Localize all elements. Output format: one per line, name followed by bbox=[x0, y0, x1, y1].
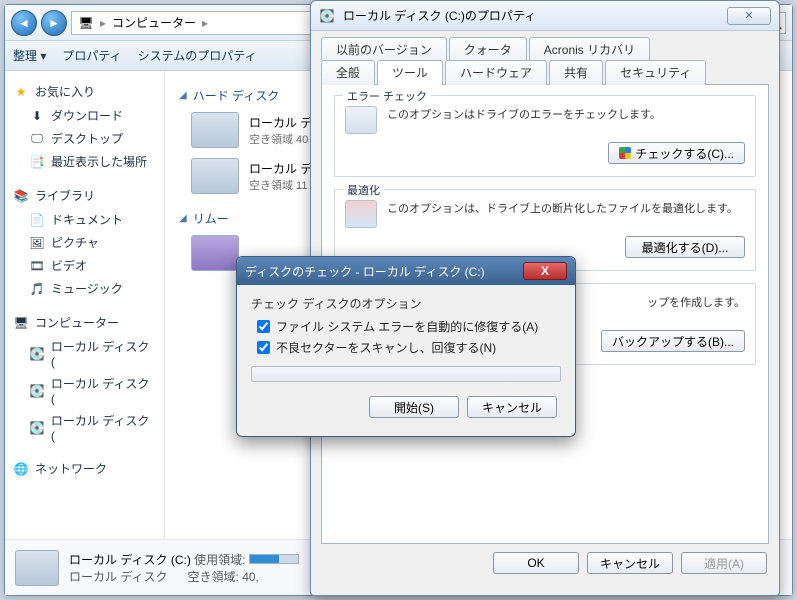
tab-sharing[interactable]: 共有 bbox=[549, 60, 603, 85]
music-icon: 🎵 bbox=[29, 281, 45, 297]
properties-title: ローカル ディスク (C:)のプロパティ bbox=[343, 7, 536, 24]
close-button[interactable]: X bbox=[523, 262, 567, 280]
sidebar-item-desktop[interactable]: 🖵デスクトップ bbox=[9, 127, 160, 150]
recent-icon: 📑 bbox=[29, 154, 45, 170]
drive-icon bbox=[191, 112, 239, 148]
tab-quota[interactable]: クォータ bbox=[449, 37, 527, 60]
document-icon: 📄 bbox=[29, 212, 45, 228]
download-icon: ⬇ bbox=[29, 108, 45, 124]
group-legend: エラー チェック bbox=[343, 88, 431, 104]
progress-bar bbox=[251, 366, 561, 382]
sidebar-item-music[interactable]: 🎵ミュージック bbox=[9, 277, 160, 300]
check-now-button[interactable]: チェックする(C)... bbox=[608, 142, 745, 164]
video-icon: 🎞 bbox=[29, 258, 45, 274]
computer-head[interactable]: 🖥コンピューター bbox=[9, 310, 160, 335]
option-autofix[interactable]: ファイル システム エラーを自動的に修復する(A) bbox=[257, 318, 561, 335]
favorites-head[interactable]: ★お気に入り bbox=[9, 79, 160, 104]
computer-icon: 🖥 bbox=[13, 315, 29, 331]
checkdisk-dialog: ディスクのチェック - ローカル ディスク (C:) X チェック ディスクのオ… bbox=[236, 256, 576, 437]
sidebar-item-localdisk[interactable]: 💽ローカル ディスク ( bbox=[9, 409, 160, 446]
back-button[interactable]: ◄ bbox=[11, 10, 37, 36]
libraries-head[interactable]: 📚ライブラリ bbox=[9, 183, 160, 208]
breadcrumb-root[interactable]: コンピューター bbox=[112, 14, 196, 31]
backup-button[interactable]: バックアップする(B)... bbox=[601, 330, 745, 352]
organize-menu[interactable]: 整理 ▾ bbox=[13, 47, 46, 64]
pictures-icon: 🖼 bbox=[29, 235, 45, 251]
option-scan-recover[interactable]: 不良セクターをスキャンし、回復する(N) bbox=[257, 339, 561, 356]
sidebar-item-localdisk[interactable]: 💽ローカル ディスク ( bbox=[9, 372, 160, 409]
drive-icon: 💽 bbox=[29, 383, 45, 399]
status-used-label: 使用領域: bbox=[194, 553, 245, 567]
dialog-buttons: OK キャンセル 適用(A) bbox=[311, 544, 779, 582]
network-head[interactable]: 🌐ネットワーク bbox=[9, 456, 160, 481]
group-legend: 最適化 bbox=[343, 182, 384, 198]
start-button[interactable]: 開始(S) bbox=[369, 396, 459, 418]
tab-previous-versions[interactable]: 以前のバージョン bbox=[321, 37, 447, 60]
defrag-button[interactable]: 最適化する(D)... bbox=[625, 236, 745, 258]
defrag-icon bbox=[345, 200, 377, 228]
status-free-label: 空き領域: bbox=[188, 570, 239, 584]
shield-icon bbox=[619, 147, 631, 159]
ok-button[interactable]: OK bbox=[493, 552, 579, 574]
checkbox-autofix[interactable] bbox=[257, 320, 270, 333]
tab-general[interactable]: 全般 bbox=[321, 60, 375, 85]
star-icon: ★ bbox=[13, 84, 29, 100]
checkdisk-titlebar[interactable]: ディスクのチェック - ローカル ディスク (C:) X bbox=[237, 257, 575, 285]
close-button[interactable]: ✕ bbox=[727, 7, 771, 25]
tab-security[interactable]: セキュリティ bbox=[605, 60, 706, 85]
options-label: チェック ディスクのオプション bbox=[251, 295, 561, 312]
computer-icon: 🖥 bbox=[78, 15, 94, 31]
tab-acronis[interactable]: Acronis リカバリ bbox=[529, 37, 650, 60]
chevron-down-icon: ◢ bbox=[179, 90, 187, 101]
sidebar: ★お気に入り ⬇ダウンロード 🖵デスクトップ 📑最近表示した場所 📚ライブラリ … bbox=[5, 71, 165, 539]
chevron-down-icon: ◢ bbox=[179, 213, 187, 224]
drive-icon: 💽 bbox=[29, 346, 45, 362]
check-icon bbox=[345, 106, 377, 134]
chevron-right-icon: ▸ bbox=[202, 16, 208, 30]
usage-bar bbox=[249, 554, 299, 564]
sidebar-item-pictures[interactable]: 🖼ピクチャ bbox=[9, 231, 160, 254]
properties-button[interactable]: プロパティ bbox=[62, 47, 121, 64]
desktop-icon: 🖵 bbox=[29, 131, 45, 147]
group-text: このオプションはドライブのエラーをチェックします。 bbox=[387, 106, 745, 122]
checkbox-scan-recover[interactable] bbox=[257, 341, 270, 354]
cancel-button[interactable]: キャンセル bbox=[467, 396, 557, 418]
chevron-right-icon: ▸ bbox=[100, 16, 106, 30]
status-name: ローカル ディスク (C:) bbox=[69, 553, 191, 567]
sidebar-item-videos[interactable]: 🎞ビデオ bbox=[9, 254, 160, 277]
network-icon: 🌐 bbox=[13, 461, 29, 477]
checkdisk-title: ディスクのチェック - ローカル ディスク (C:) bbox=[245, 263, 485, 280]
floppy-icon bbox=[191, 235, 239, 271]
sidebar-item-recent[interactable]: 📑最近表示した場所 bbox=[9, 150, 160, 173]
forward-button[interactable]: ► bbox=[41, 10, 67, 36]
group-text: このオプションは、ドライブ上の断片化したファイルを最適化します。 bbox=[387, 200, 745, 216]
system-properties-button[interactable]: システムのプロパティ bbox=[138, 47, 257, 64]
library-icon: 📚 bbox=[13, 188, 29, 204]
tab-tools[interactable]: ツール bbox=[377, 60, 443, 85]
properties-titlebar[interactable]: 💽 ローカル ディスク (C:)のプロパティ ✕ bbox=[311, 1, 779, 31]
sidebar-item-documents[interactable]: 📄ドキュメント bbox=[9, 208, 160, 231]
sidebar-item-downloads[interactable]: ⬇ダウンロード bbox=[9, 104, 160, 127]
status-free-value: 40, bbox=[242, 570, 259, 584]
tab-hardware[interactable]: ハードウェア bbox=[445, 60, 547, 85]
status-type: ローカル ディスク bbox=[69, 570, 168, 584]
drive-icon bbox=[15, 550, 59, 586]
group-error-check: エラー チェック このオプションはドライブのエラーをチェックします。 チェックす… bbox=[334, 95, 756, 177]
checkdisk-body: チェック ディスクのオプション ファイル システム エラーを自動的に修復する(A… bbox=[237, 285, 575, 436]
apply-button[interactable]: 適用(A) bbox=[681, 552, 767, 574]
sidebar-item-localdisk[interactable]: 💽ローカル ディスク ( bbox=[9, 335, 160, 372]
drive-icon: 💽 bbox=[319, 8, 335, 24]
cancel-button[interactable]: キャンセル bbox=[587, 552, 673, 574]
drive-icon bbox=[191, 158, 239, 194]
drive-icon: 💽 bbox=[29, 420, 45, 436]
